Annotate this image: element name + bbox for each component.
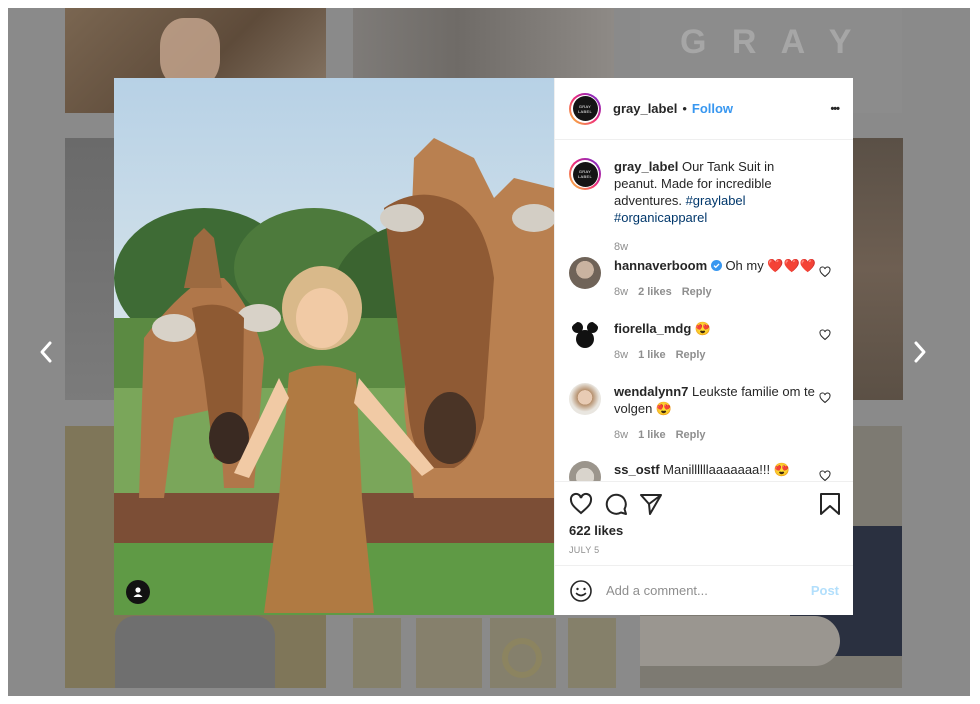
post-date: JULY 5 (569, 545, 600, 555)
bookmark-save-icon[interactable] (819, 492, 841, 516)
grid-photo-10[interactable] (568, 618, 616, 688)
author-avatar-logo: GRAY LABEL (572, 96, 598, 121)
comment-bubble-icon[interactable] (604, 492, 628, 516)
tagged-user-button[interactable] (126, 580, 150, 604)
grid-photo-4[interactable] (65, 138, 115, 400)
commenter-avatar[interactable] (569, 257, 601, 289)
next-arrow-button[interactable] (900, 332, 940, 372)
comment-content: fiorella_mdg 😍 8w 1 like Reply (614, 320, 820, 364)
header-separator: • (682, 101, 687, 116)
comment-meta: 8w 2 likes Reply (614, 284, 820, 301)
comment-time: 8w (614, 429, 629, 441)
comment-meta: 8w 1 like Reply (614, 347, 820, 364)
post-modal: GRAY LABEL gray_label • Follow ••• GRAY … (114, 78, 853, 615)
comment-content: wendalynn7 Leukste familie om te volgen … (614, 383, 820, 444)
caption-time: 8w (614, 241, 629, 253)
comments-list[interactable]: GRAY LABEL gray_label Our Tank Suit in p… (555, 141, 853, 481)
commenter-avatar[interactable] (569, 383, 601, 415)
verified-badge-icon (710, 260, 722, 271)
follow-button[interactable]: Follow (692, 101, 733, 116)
likes-count[interactable]: 622 likes (569, 523, 623, 538)
caption-avatar-logo: GRAY LABEL (572, 161, 598, 187)
previous-arrow-button[interactable] (26, 332, 66, 372)
comment-input[interactable] (604, 582, 808, 599)
comment-meta: 8w 1 like Reply (614, 427, 820, 444)
share-send-icon[interactable] (639, 492, 663, 516)
post-photo[interactable] (114, 78, 554, 615)
post-photo-illustration (114, 78, 554, 615)
like-comment-heart-icon[interactable] (819, 470, 831, 481)
comment-row: fiorella_mdg 😍 8w 1 like Reply (555, 320, 853, 364)
comment-likes[interactable]: 2 likes (638, 286, 672, 298)
author-username[interactable]: gray_label (613, 101, 677, 116)
post-comment-button[interactable]: Post (811, 583, 839, 598)
caption-username[interactable]: gray_label (614, 159, 678, 174)
comment-content: ss_ostf Manillllllaaaaaaa!!! 😍 (614, 461, 820, 481)
like-heart-icon[interactable] (569, 492, 593, 516)
add-comment-bar: Post (555, 565, 853, 615)
comment-row: hannaverboom Oh my ❤️❤️❤️ 8w 2 likes Reply (555, 257, 853, 301)
commenter-avatar[interactable] (569, 320, 601, 352)
caption-avatar[interactable]: GRAY LABEL (569, 158, 601, 190)
post-side-panel: GRAY LABEL gray_label • Follow ••• GRAY … (554, 78, 853, 615)
comment-time: 8w (614, 286, 629, 298)
comment-content: hannaverboom Oh my ❤️❤️❤️ 8w 2 likes Reply (614, 257, 820, 301)
like-comment-heart-icon[interactable] (819, 329, 831, 341)
author-avatar[interactable]: GRAY LABEL (569, 92, 601, 125)
comment-text: 😍 (694, 321, 712, 336)
comment-username[interactable]: ss_ostf (614, 462, 660, 477)
comment-username[interactable]: fiorella_mdg (614, 321, 691, 336)
comment-username[interactable]: wendalynn7 (614, 384, 688, 399)
comment-likes[interactable]: 1 like (638, 349, 666, 361)
comment-text: Oh my ❤️❤️❤️ (725, 258, 816, 273)
reply-button[interactable]: Reply (676, 349, 706, 361)
reply-button[interactable]: Reply (682, 286, 712, 298)
comment-time: 8w (614, 349, 629, 361)
post-actions: 622 likes JULY 5 (555, 481, 853, 566)
grid-photo-3-text: G R A Y (680, 23, 860, 61)
like-comment-heart-icon[interactable] (819, 266, 831, 278)
comment-row: wendalynn7 Leukste familie om te volgen … (555, 383, 853, 444)
grid-photo-7[interactable] (353, 618, 401, 688)
more-options-button[interactable]: ••• (830, 103, 840, 115)
comment-text: Manillllllaaaaaaa!!! 😍 (663, 462, 790, 477)
comment-username[interactable]: hannaverboom (614, 258, 707, 273)
grid-photo-9[interactable] (490, 618, 556, 688)
comment-row: ss_ostf Manillllllaaaaaaa!!! 😍 (555, 461, 853, 481)
post-header: GRAY LABEL gray_label • Follow ••• (555, 78, 853, 140)
chevron-left-icon (40, 341, 52, 363)
emoji-smiley-icon[interactable] (569, 579, 593, 603)
caption-text: gray_label Our Tank Suit in peanut. Made… (614, 158, 820, 256)
chevron-right-icon (914, 341, 926, 363)
grid-photo-8[interactable] (416, 618, 482, 688)
grid-photo-5[interactable] (853, 138, 903, 400)
user-icon (133, 587, 143, 597)
caption-row: GRAY LABEL gray_label Our Tank Suit in p… (555, 158, 853, 256)
commenter-avatar[interactable] (569, 461, 601, 481)
reply-button[interactable]: Reply (676, 429, 706, 441)
like-comment-heart-icon[interactable] (819, 392, 831, 404)
comment-likes[interactable]: 1 like (638, 429, 666, 441)
